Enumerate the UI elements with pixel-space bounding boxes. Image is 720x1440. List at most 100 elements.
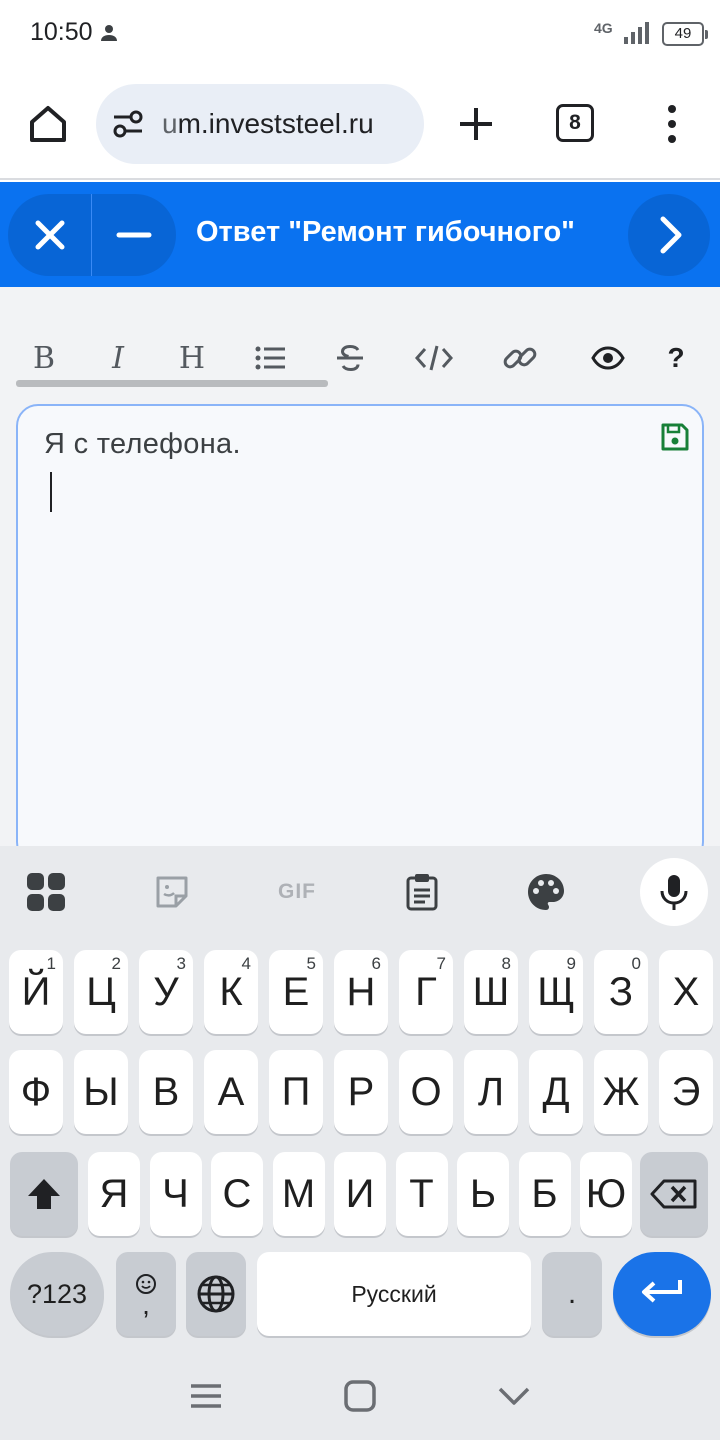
key-label: Ш	[472, 969, 510, 1014]
key-label: Ф	[20, 1069, 52, 1114]
key-r3-6[interactable]: Ь	[457, 1152, 509, 1236]
backspace-icon	[650, 1179, 697, 1209]
save-icon[interactable]	[660, 422, 690, 452]
key-label: Б	[531, 1171, 558, 1216]
key-r1-5[interactable]: Н6	[334, 950, 388, 1034]
key-r2-3[interactable]: А	[204, 1050, 258, 1134]
key-r1-7[interactable]: Ш8	[464, 950, 518, 1034]
heading-button[interactable]: H	[168, 334, 216, 382]
sticker-icon[interactable]	[148, 868, 196, 916]
key-r2-5[interactable]: Р	[334, 1050, 388, 1134]
key-r3-7[interactable]: Б	[518, 1152, 571, 1236]
key-r3-3[interactable]: М	[272, 1152, 325, 1236]
key-r2-4[interactable]: П	[269, 1050, 323, 1134]
key-r2-9[interactable]: Ж	[594, 1050, 648, 1134]
period-key[interactable]: .	[542, 1252, 602, 1336]
key-r1-4[interactable]: Е5	[269, 950, 323, 1034]
key-label: Н	[346, 969, 376, 1014]
reply-textarea[interactable]: Я с телефона.	[16, 404, 704, 864]
palette-icon[interactable]	[522, 868, 570, 916]
site-settings-icon[interactable]	[112, 108, 144, 140]
globe-icon	[197, 1275, 235, 1313]
plus-icon[interactable]	[454, 102, 498, 146]
shift-key[interactable]	[10, 1152, 78, 1236]
key-label: Э	[671, 1069, 701, 1114]
network-type: 4G	[594, 20, 613, 36]
space-key[interactable]: Русский	[257, 1252, 531, 1336]
comma-label: ,	[142, 1289, 150, 1320]
key-r2-8[interactable]: Д	[529, 1050, 583, 1134]
key-label: Ь	[469, 1171, 497, 1216]
address-bar[interactable]: um.investsteel.ru	[96, 84, 424, 164]
chevron-right-icon[interactable]	[628, 194, 710, 276]
close-icon[interactable]	[8, 194, 92, 276]
menu-icon[interactable]	[186, 1376, 226, 1416]
home-square-icon[interactable]	[340, 1376, 380, 1416]
more-vert-icon[interactable]	[656, 102, 688, 146]
key-number-hint: 4	[241, 954, 251, 973]
italic-label: I	[112, 340, 124, 376]
key-label: Ю	[585, 1171, 627, 1216]
key-r3-0[interactable]: Я	[88, 1152, 140, 1236]
enter-icon	[642, 1280, 682, 1303]
bold-label: B	[32, 340, 56, 376]
gif-icon[interactable]: GIF	[274, 868, 320, 916]
key-label: Й	[21, 969, 51, 1014]
composer-header: Ответ "Ремонт гибочного"	[0, 182, 720, 287]
language-key[interactable]	[186, 1252, 246, 1336]
minimize-icon[interactable]	[92, 194, 176, 276]
key-r3-1[interactable]: Ч	[149, 1152, 202, 1236]
key-r1-10[interactable]: Х	[659, 950, 713, 1034]
strikethrough-icon[interactable]	[326, 334, 374, 382]
italic-button[interactable]: I	[94, 334, 142, 382]
status-bar: 10:50 4G 49	[0, 0, 720, 68]
key-r1-0[interactable]: Й1	[9, 950, 63, 1034]
home-icon[interactable]	[24, 100, 72, 148]
key-r3-2[interactable]: С	[211, 1152, 263, 1236]
key-r2-2[interactable]: В	[139, 1050, 193, 1134]
key-r1-2[interactable]: У3	[139, 950, 193, 1034]
key-r1-6[interactable]: Г7	[399, 950, 453, 1034]
key-r2-7[interactable]: Л	[464, 1050, 518, 1134]
key-r2-0[interactable]: Ф	[9, 1050, 63, 1134]
key-label: Ц	[86, 969, 116, 1014]
emoji-comma-key[interactable]: ,	[116, 1252, 176, 1336]
shift-icon	[28, 1179, 60, 1209]
key-label: О	[410, 1069, 442, 1114]
apps-grid-icon[interactable]	[22, 868, 70, 916]
help-button[interactable]: ?	[652, 334, 700, 382]
key-r3-8[interactable]: Ю	[580, 1152, 632, 1236]
key-r2-6[interactable]: О	[399, 1050, 453, 1134]
mic-icon[interactable]	[640, 858, 708, 926]
url-text[interactable]: um.investsteel.ru	[162, 108, 416, 140]
key-r3-4[interactable]: И	[334, 1152, 386, 1236]
symbols-key[interactable]: ?123	[10, 1252, 104, 1336]
key-r1-9[interactable]: З0	[594, 950, 648, 1034]
key-r1-8[interactable]: Щ9	[529, 950, 583, 1034]
key-r1-1[interactable]: Ц2	[74, 950, 128, 1034]
key-r2-1[interactable]: Ы	[74, 1050, 128, 1134]
editor-text: Я с телефона.	[44, 428, 241, 460]
enter-key[interactable]	[613, 1252, 711, 1336]
list-icon[interactable]	[246, 334, 294, 382]
back-chevron-icon[interactable]	[494, 1376, 534, 1416]
keyboard-toolbar: GIF	[0, 846, 720, 938]
url-prefix: u	[162, 108, 178, 139]
link-icon[interactable]	[496, 334, 544, 382]
key-r3-5[interactable]: Т	[395, 1152, 448, 1236]
key-number-hint: 7	[436, 954, 446, 973]
key-r2-10[interactable]: Э	[659, 1050, 713, 1134]
gif-label: GIF	[278, 880, 316, 903]
bold-button[interactable]: B	[20, 334, 68, 382]
code-icon[interactable]	[410, 334, 458, 382]
key-label: Т	[409, 1171, 434, 1216]
clipboard-icon[interactable]	[398, 868, 446, 916]
key-label: З	[608, 969, 634, 1014]
eye-icon[interactable]	[584, 334, 632, 382]
key-number-hint: 8	[501, 954, 511, 973]
tab-switcher-button[interactable]: 8	[556, 104, 594, 142]
key-number-hint: 3	[176, 954, 186, 973]
backspace-key[interactable]	[640, 1152, 708, 1236]
key-number-hint: 9	[566, 954, 576, 973]
key-r1-3[interactable]: К4	[204, 950, 258, 1034]
